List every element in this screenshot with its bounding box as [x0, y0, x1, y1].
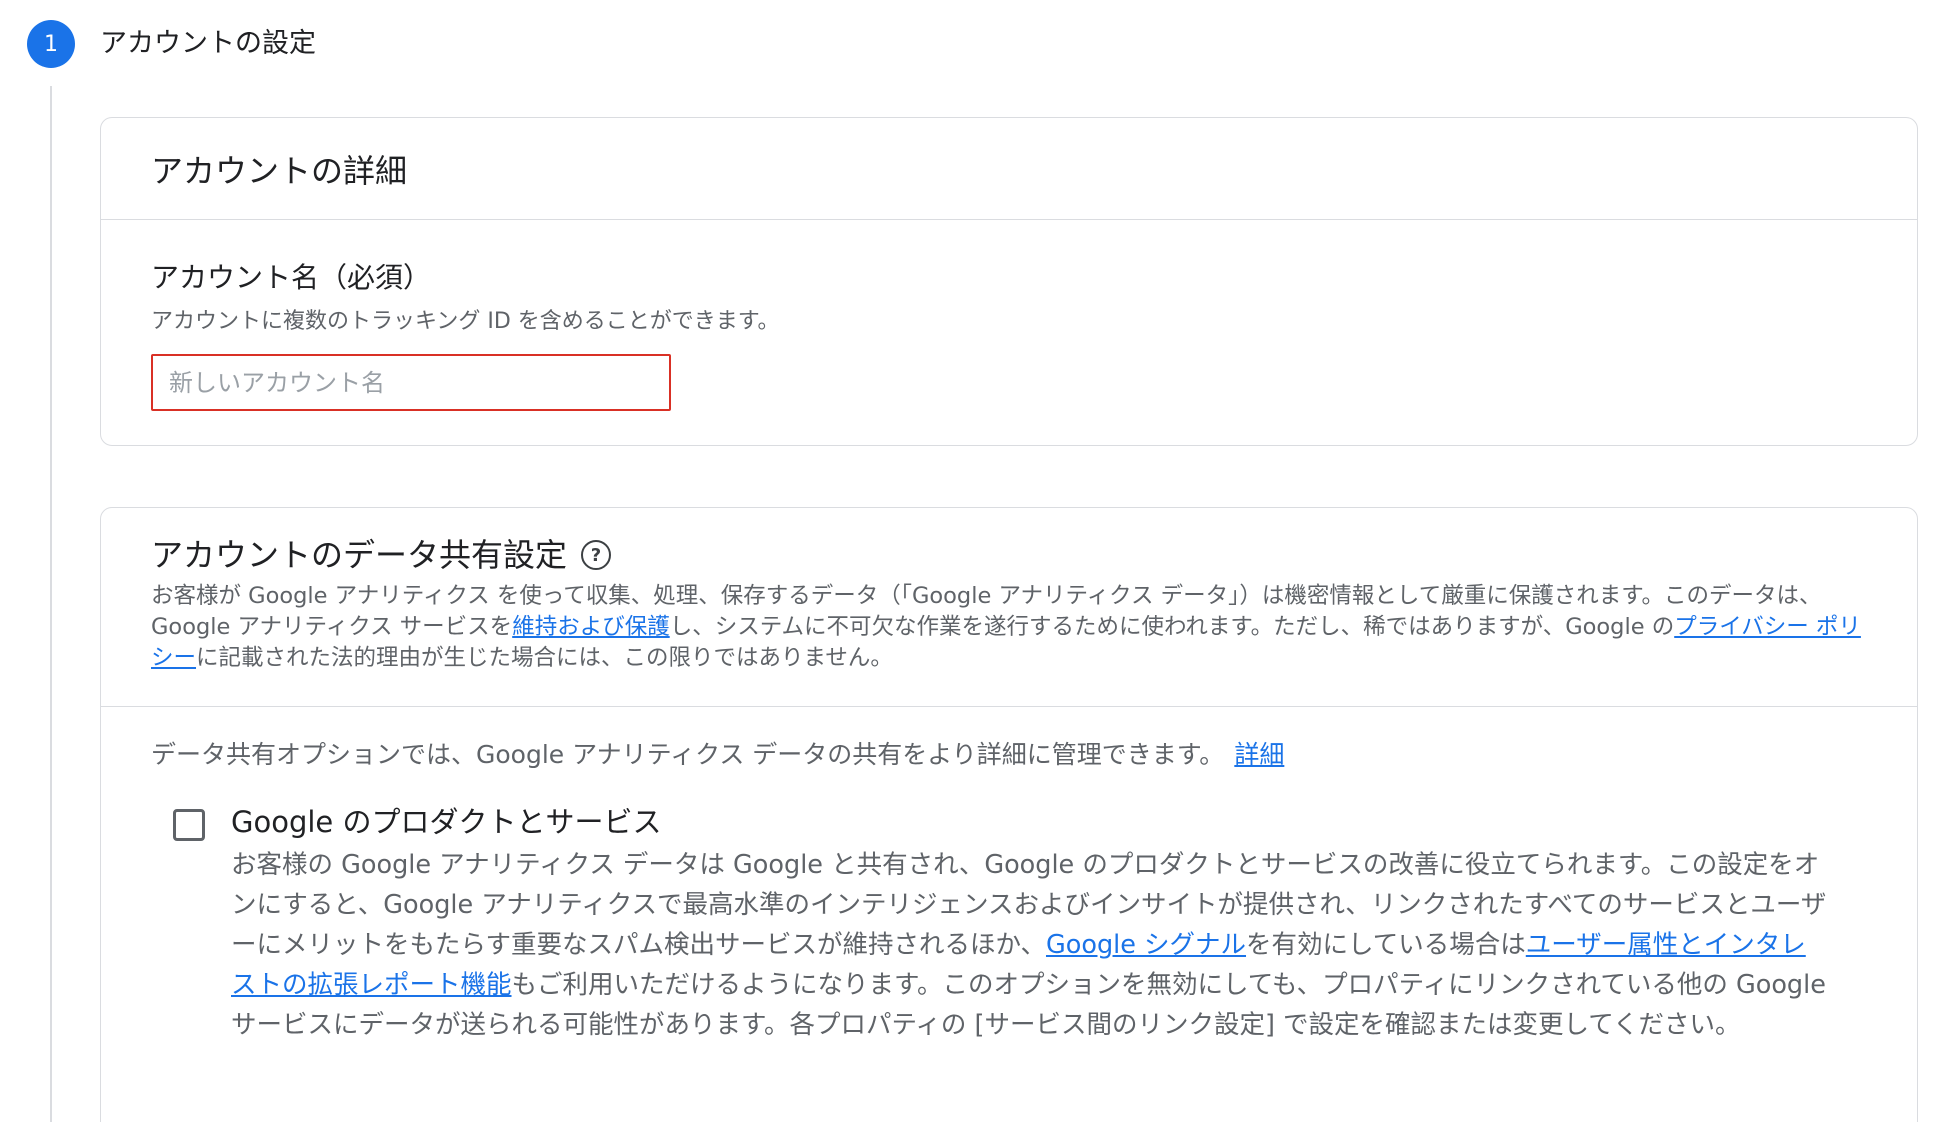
google-signals-link[interactable]: Google シグナル: [1046, 930, 1246, 960]
google-products-checkbox[interactable]: [173, 809, 205, 841]
maintain-protect-link[interactable]: 維持および保護: [512, 614, 670, 640]
account-name-field-block: アカウント名（必須） アカウントに複数のトラッキング ID を含めることができま…: [101, 220, 1917, 411]
account-name-help: アカウントに複数のトラッキング ID を含めることができます。: [151, 309, 780, 334]
account-setup-page: 1 アカウントの設定 アカウントの詳細 アカウント名（必須） アカウントに複数の…: [0, 0, 1948, 1122]
account-details-card: アカウントの詳細 アカウント名（必須） アカウントに複数のトラッキング ID を…: [100, 117, 1918, 446]
google-products-option-title: Google のプロダクトとサービス: [231, 805, 662, 839]
google-products-option-text: Google のプロダクトとサービス お客様の Google アナリティクス デ…: [231, 799, 1831, 1045]
desc-text-3: に記載された法的理由が生じた場合には、この限りではありません。: [196, 645, 893, 671]
data-sharing-description: お客様が Google アナリティクス を使って収集、処理、保存するデータ（「G…: [151, 581, 1869, 674]
account-details-header: アカウントの詳細: [101, 118, 1917, 220]
google-products-option-description: お客様の Google アナリティクス データは Google と共有され、Go…: [231, 845, 1831, 1045]
google-products-option: Google のプロダクトとサービス お客様の Google アナリティクス デ…: [151, 799, 1867, 1045]
step-title: アカウントの設定: [100, 28, 316, 59]
help-circle-icon[interactable]: ?: [581, 540, 612, 570]
data-sharing-intro: データ共有オプションでは、Google アナリティクス データの共有をより詳細に…: [151, 735, 1867, 775]
data-sharing-title-row: アカウントのデータ共有設定 ?: [151, 533, 1867, 577]
opt-desc-text-2: を有効にしている場合は: [1246, 930, 1526, 960]
step-number-badge: 1: [27, 20, 75, 68]
desc-text-2: し、システムに不可欠な作業を遂行するために使われます。ただし、稀ではありますが、…: [669, 614, 1675, 640]
stepper-line: [50, 86, 52, 1122]
account-details-title: アカウントの詳細: [151, 151, 408, 190]
account-name-input[interactable]: [151, 354, 671, 411]
data-sharing-card: アカウントのデータ共有設定 ? お客様が Google アナリティクス を使って…: [100, 507, 1918, 1122]
data-sharing-header: アカウントのデータ共有設定 ? お客様が Google アナリティクス を使って…: [101, 508, 1917, 707]
data-sharing-title: アカウントのデータ共有設定: [151, 536, 568, 574]
data-sharing-options: データ共有オプションでは、Google アナリティクス データの共有をより詳細に…: [101, 707, 1917, 1045]
intro-text: データ共有オプションでは、Google アナリティクス データの共有をより詳細に…: [151, 740, 1225, 769]
learn-more-link[interactable]: 詳細: [1234, 740, 1284, 769]
account-name-label: アカウント名（必須）: [151, 261, 432, 294]
